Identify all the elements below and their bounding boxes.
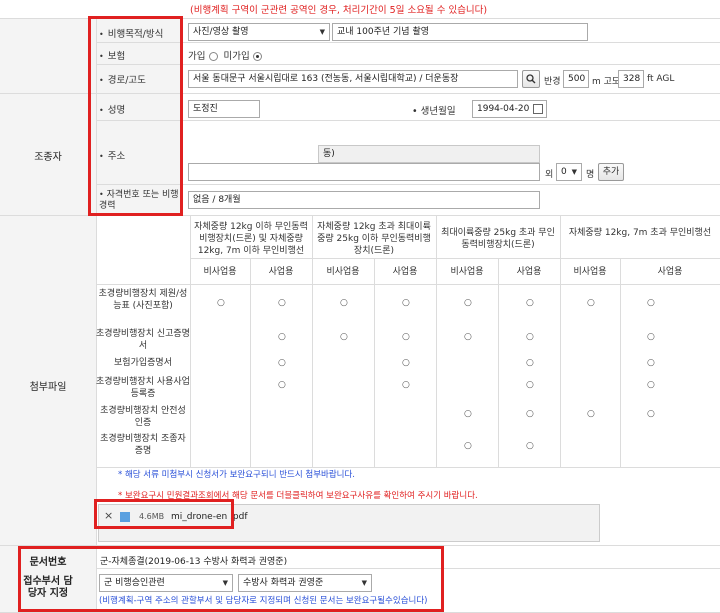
requirement-mark: ○ (587, 298, 595, 308)
calendar-icon[interactable] (533, 104, 543, 114)
top-notice: (비행계획 구역이 군관련 공역인 경우, 처리기간이 5일 소요될 수 있습니… (190, 5, 488, 16)
requirement-mark: ○ (526, 332, 534, 342)
requirement-mark: ○ (217, 298, 225, 308)
requirement-mark: ○ (587, 409, 595, 419)
requirement-mark: ○ (647, 298, 655, 308)
requirement-mark: ○ (278, 358, 286, 368)
highlight-box-file (94, 499, 234, 529)
sub-col-6: 사업용 (516, 267, 542, 277)
requirement-mark: ○ (402, 332, 410, 342)
birth-value: 1994-04-20 (477, 104, 530, 114)
chevron-down-icon: ▼ (571, 168, 577, 176)
col-group-4: 자체중량 12kg, 7m 초과 무인비행선 (568, 228, 712, 238)
radius-label: 반경 (544, 77, 561, 87)
insurance-no-radio[interactable] (252, 52, 262, 61)
altitude-unit-label: m 고도 (592, 77, 621, 87)
requirement-mark: ○ (402, 298, 410, 308)
birth-input[interactable]: 1994-04-20 (472, 100, 547, 118)
requirement-mark: ○ (526, 298, 534, 308)
radius-input[interactable]: 500 (563, 70, 589, 88)
row-label-6: 초경량비행장치 조종자 증명 (100, 434, 186, 456)
sub-col-1: 비사업용 (203, 267, 237, 277)
chevron-down-icon: ▼ (319, 28, 325, 36)
requirement-mark: ○ (278, 332, 286, 342)
requirement-mark: ○ (526, 358, 534, 368)
search-button[interactable] (522, 70, 540, 88)
requirement-mark: ○ (340, 298, 348, 308)
altitude-unit: ft AGL (647, 74, 675, 84)
row-label-5: 초경량비행장치 안전성 인증 (100, 406, 186, 428)
name-input[interactable]: 도정진 (188, 100, 260, 118)
row-label-1: 초경량비행장치 제원/성능표 (사진포함) (98, 289, 188, 311)
requirement-mark: ○ (526, 380, 534, 390)
license-input[interactable]: 없음 / 8개월 (188, 191, 540, 209)
requirement-mark: ○ (647, 332, 655, 342)
sub-col-7: 비사업용 (573, 267, 607, 277)
highlight-box-fields (88, 16, 183, 216)
sub-col-5: 비사업용 (450, 267, 484, 277)
requirement-mark: ○ (464, 332, 472, 342)
requirement-mark: ○ (526, 409, 534, 419)
sub-col-2: 사업용 (268, 267, 294, 277)
address-count-value: 0 (561, 167, 567, 177)
note-required: * 해당 서류 미첨부시 신청서가 보완요구되니 반드시 첨부바랍니다. (118, 470, 356, 480)
address-extra-label: 외 (545, 170, 554, 180)
requirement-mark: ○ (278, 298, 286, 308)
requirement-mark: ○ (526, 441, 534, 451)
requirement-mark: ○ (340, 332, 348, 342)
pilot-section-label: 조종자 (34, 152, 62, 163)
sub-col-8: 사업용 (657, 267, 683, 277)
birth-label-text: 생년월일 (420, 106, 456, 117)
address-count-select[interactable]: 0 ▼ (556, 163, 582, 181)
requirement-mark: ○ (647, 380, 655, 390)
purpose-select-value: 사진/영상 촬영 (193, 27, 249, 37)
highlight-box-doc (18, 546, 444, 612)
col-group-1: 자체중량 12kg 이하 무인동력비행장치(드론) 및 자체중량 12kg, 7… (194, 222, 308, 256)
requirement-mark: ○ (464, 409, 472, 419)
insurance-no-label: 미가입 (223, 51, 250, 62)
requirement-mark: ○ (464, 441, 472, 451)
section-label-bg (0, 18, 96, 215)
row-label-4: 초경량비행장치 사용사업등록증 (96, 377, 190, 399)
row-label-3: 보험가입증명서 (114, 358, 172, 368)
route-address-input[interactable]: 서울 동대문구 서울시립대로 163 (전농동, 서울시립대학교) / 더운동장 (188, 70, 518, 88)
col-group-3: 최대이륙중량 25kg 초과 무인동력비행장치(드론) (441, 228, 555, 250)
address-count-unit: 명 (586, 170, 595, 180)
address-line1-input[interactable]: 동) (318, 145, 540, 163)
requirement-mark: ○ (647, 358, 655, 368)
row-label-2: 초경량비행장치 신고증명서 (96, 329, 190, 351)
requirement-mark: ○ (647, 409, 655, 419)
add-button[interactable]: 추가 (598, 163, 624, 181)
sub-col-3: 비사업용 (326, 267, 360, 277)
search-icon (526, 74, 536, 84)
requirement-mark: ○ (278, 380, 286, 390)
col-group-2: 자체중량 12kg 초과 최대이륙중량 25kg 이하 무인동력비행장치(드론) (317, 222, 431, 256)
address-line2-input[interactable] (188, 163, 540, 181)
sub-col-4: 사업용 (392, 267, 418, 277)
insurance-yes-radio[interactable] (208, 52, 218, 61)
purpose-detail-input[interactable]: 교내 100주년 기념 촬영 (332, 23, 588, 41)
altitude-input[interactable]: 328 (618, 70, 644, 88)
insurance-yes-label: 가입 (188, 51, 206, 62)
requirement-mark: ○ (402, 358, 410, 368)
requirement-mark: ○ (402, 380, 410, 390)
requirement-mark: ○ (464, 298, 472, 308)
insurance-options: 가입 미가입 (188, 48, 262, 62)
birth-label: • 생년월일 (412, 106, 456, 117)
purpose-select[interactable]: 사진/영상 촬영 ▼ (188, 23, 330, 41)
attachments-section-label: 첨부파일 (29, 382, 67, 393)
